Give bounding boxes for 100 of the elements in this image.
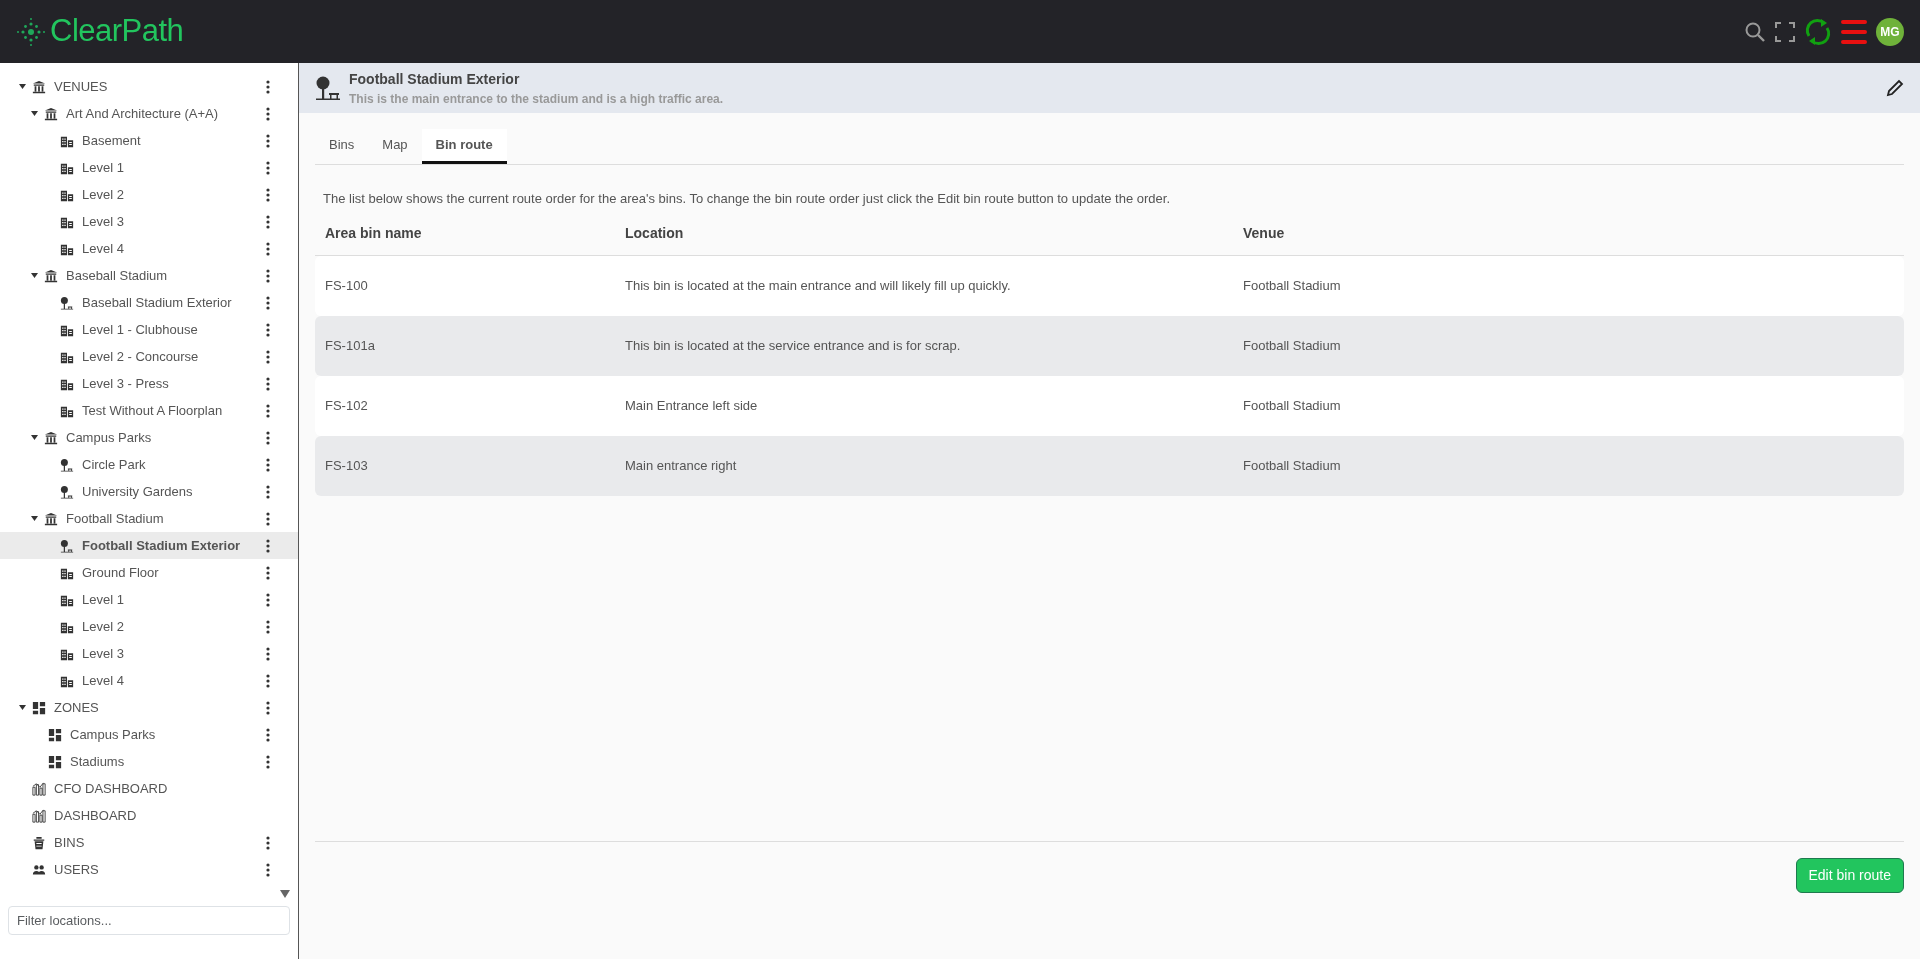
more-options-icon[interactable] bbox=[266, 727, 270, 742]
table-cell-text: FS-101a bbox=[324, 337, 376, 356]
table-cell-text: Football Stadium bbox=[1243, 457, 1341, 476]
filter-field[interactable]: Filter locations... bbox=[8, 905, 290, 935]
caret-icon[interactable] bbox=[30, 516, 38, 521]
caret-icon[interactable] bbox=[30, 273, 38, 278]
tree-item[interactable]: Level 1 - Clubhouse bbox=[0, 316, 298, 343]
more-options-icon[interactable] bbox=[266, 106, 270, 121]
tree-item[interactable]: Level 1 bbox=[0, 154, 298, 181]
tree-item[interactable]: Level 3 bbox=[0, 208, 298, 235]
tab[interactable]: Map bbox=[368, 129, 422, 164]
tree-label: Football Stadium Exterior bbox=[82, 536, 241, 555]
tree-bench-icon bbox=[60, 538, 74, 553]
tree-item[interactable]: Campus Parks bbox=[0, 721, 298, 748]
more-options-icon[interactable] bbox=[266, 565, 270, 580]
tree-item[interactable]: Art And Architecture (A+A) bbox=[0, 100, 298, 127]
table-cell-text: FS-103 bbox=[324, 457, 369, 476]
tree-item[interactable]: Basement bbox=[0, 127, 298, 154]
tree-label: Campus Parks bbox=[66, 428, 152, 447]
chart-icon bbox=[32, 808, 46, 823]
more-options-icon[interactable] bbox=[266, 538, 270, 553]
tree-item[interactable]: ZONES bbox=[0, 694, 298, 721]
tree-item[interactable]: Circle Park bbox=[0, 451, 298, 478]
chart-icon bbox=[32, 781, 46, 796]
tree-item[interactable]: University Gardens bbox=[0, 478, 298, 505]
more-options-icon[interactable] bbox=[266, 619, 270, 634]
more-options-icon[interactable] bbox=[266, 322, 270, 337]
table-cell-text: Main entrance right bbox=[625, 457, 738, 476]
tab[interactable]: Bin route bbox=[421, 129, 507, 164]
bank-icon bbox=[44, 268, 58, 283]
more-options-icon[interactable] bbox=[266, 160, 270, 175]
more-options-icon[interactable] bbox=[266, 430, 270, 445]
tree-item[interactable]: Stadiums bbox=[0, 748, 298, 775]
tree-item[interactable]: DASHBOARD bbox=[0, 802, 298, 829]
tree-label: Level 2 bbox=[82, 185, 124, 204]
more-options-icon[interactable] bbox=[266, 187, 270, 202]
more-options-icon[interactable] bbox=[266, 835, 270, 850]
sync-icon[interactable] bbox=[1804, 17, 1832, 46]
tree-item[interactable]: BINS bbox=[0, 829, 298, 856]
tree-label: Level 2 bbox=[82, 617, 124, 636]
tree-label: Basement bbox=[82, 131, 141, 150]
more-options-icon[interactable] bbox=[266, 592, 270, 607]
tree-label: University Gardens bbox=[82, 482, 193, 501]
tree-item[interactable]: USERS bbox=[0, 856, 298, 883]
more-options-icon[interactable] bbox=[266, 457, 270, 472]
tree-item[interactable]: Level 4 bbox=[0, 235, 298, 262]
more-options-icon[interactable] bbox=[266, 376, 270, 391]
bank-icon bbox=[44, 511, 58, 526]
tree-item[interactable]: Football Stadium bbox=[0, 505, 298, 532]
tree-item[interactable]: Ground Floor bbox=[0, 559, 298, 586]
more-options-icon[interactable] bbox=[266, 79, 270, 94]
more-options-icon[interactable] bbox=[266, 241, 270, 256]
logo-icon bbox=[16, 16, 46, 47]
bank-icon bbox=[44, 430, 58, 445]
tab[interactable]: Bins bbox=[315, 129, 369, 164]
tree-item[interactable]: Baseball Stadium Exterior bbox=[0, 289, 298, 316]
tree-item[interactable]: Test Without A Floorplan bbox=[0, 397, 298, 424]
caret-icon[interactable] bbox=[30, 111, 38, 116]
tree-item[interactable]: Level 3 - Press bbox=[0, 370, 298, 397]
more-options-icon[interactable] bbox=[266, 214, 270, 229]
more-options-icon[interactable] bbox=[266, 268, 270, 283]
tree-item[interactable]: Level 3 bbox=[0, 640, 298, 667]
menu-icon[interactable] bbox=[1840, 18, 1868, 45]
edit-icon[interactable] bbox=[1886, 79, 1904, 97]
tree-label: Ground Floor bbox=[82, 563, 159, 582]
more-options-icon[interactable] bbox=[266, 403, 270, 418]
search-icon[interactable] bbox=[1744, 20, 1766, 43]
more-options-icon[interactable] bbox=[266, 133, 270, 148]
caret-icon[interactable] bbox=[30, 435, 38, 440]
tree-item[interactable]: Level 2 bbox=[0, 181, 298, 208]
more-options-icon[interactable] bbox=[266, 700, 270, 715]
more-options-icon[interactable] bbox=[266, 754, 270, 769]
tree-item[interactable]: Level 1 bbox=[0, 586, 298, 613]
tree-item[interactable]: Level 2 bbox=[0, 613, 298, 640]
tree-item[interactable]: Campus Parks bbox=[0, 424, 298, 451]
tree-label: CFO DASHBOARD bbox=[54, 779, 168, 798]
table-cell-text: FS-100 bbox=[324, 277, 369, 296]
more-options-icon[interactable] bbox=[266, 349, 270, 364]
more-options-icon[interactable] bbox=[266, 484, 270, 499]
caret-icon[interactable] bbox=[18, 705, 26, 710]
tree-item[interactable]: Football Stadium Exterior bbox=[0, 532, 298, 559]
tree-item[interactable]: VENUES bbox=[0, 73, 298, 100]
more-options-icon[interactable] bbox=[266, 646, 270, 661]
fullscreen-icon[interactable] bbox=[1774, 20, 1796, 43]
bank-icon bbox=[32, 79, 46, 94]
tree-label: Level 4 bbox=[82, 671, 124, 690]
more-options-icon[interactable] bbox=[266, 862, 270, 877]
tree-item[interactable]: Baseball Stadium bbox=[0, 262, 298, 289]
tree-label: Level 1 bbox=[82, 158, 124, 177]
tree-item[interactable]: CFO DASHBOARD bbox=[0, 775, 298, 802]
more-options-icon[interactable] bbox=[266, 511, 270, 526]
tree-item[interactable]: Level 4 bbox=[0, 667, 298, 694]
scroll-down-icon[interactable] bbox=[280, 889, 290, 898]
area-title: Football Stadium Exterior bbox=[349, 69, 521, 89]
more-options-icon[interactable] bbox=[266, 673, 270, 688]
more-options-icon[interactable] bbox=[266, 295, 270, 310]
caret-icon[interactable] bbox=[18, 84, 26, 89]
tree-item[interactable]: Level 2 - Concourse bbox=[0, 343, 298, 370]
column-header: Area bin name bbox=[324, 224, 423, 243]
column-header: Location bbox=[625, 224, 685, 243]
